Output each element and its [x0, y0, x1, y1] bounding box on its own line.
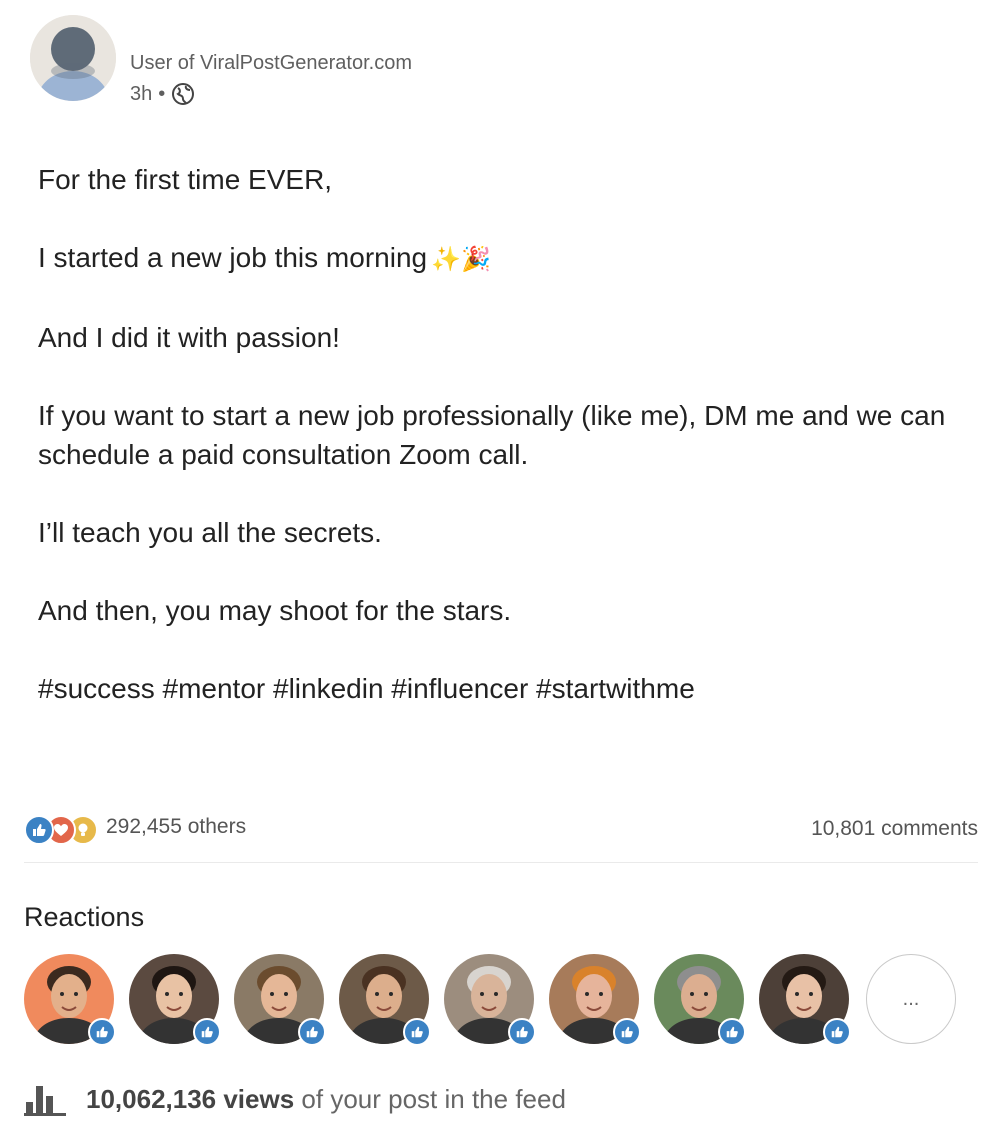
reactor-avatar[interactable]: [654, 954, 746, 1046]
views-suffix: of your post in the feed: [294, 1083, 566, 1114]
like-badge-icon: [823, 1018, 851, 1046]
reactor-avatar[interactable]: [24, 954, 116, 1046]
reactor-avatar[interactable]: [339, 954, 431, 1046]
post-paragraph: And I did it with passion!: [38, 322, 340, 353]
post-paragraph: I started a new job this morning: [38, 242, 428, 273]
reactor-avatar[interactable]: [234, 954, 326, 1046]
reactor-avatar[interactable]: [759, 954, 851, 1046]
like-badge-icon: [193, 1018, 221, 1046]
post-time: 3h: [130, 82, 153, 105]
reaction-count[interactable]: 292,455 others: [106, 815, 246, 839]
post-meta: 3h •: [130, 82, 195, 106]
meta-separator: •: [158, 82, 166, 105]
sparkles-party-emoji: ✨🎉: [431, 246, 491, 273]
post-paragraph: If you want to start a new job professio…: [38, 400, 946, 470]
reactor-avatar[interactable]: [549, 954, 641, 1046]
default-avatar-icon: [30, 15, 116, 101]
author-avatar[interactable]: [30, 15, 116, 101]
post-paragraph-with-emoji: I started a new job this morning ✨🎉: [38, 238, 968, 279]
like-badge-icon: [508, 1018, 536, 1046]
like-badge-icon: [613, 1018, 641, 1046]
post-paragraph: For the first time EVER,: [38, 164, 333, 195]
like-badge-icon: [403, 1018, 431, 1046]
author-name[interactable]: User of ViralPostGenerator.com: [130, 52, 412, 75]
like-icon: [24, 815, 54, 845]
post-body: For the first time EVER, I started a new…: [38, 160, 968, 747]
more-reactors-button[interactable]: ...: [866, 954, 956, 1044]
globe-icon: [172, 83, 195, 105]
like-badge-icon: [298, 1018, 326, 1046]
reactor-avatar[interactable]: [129, 954, 221, 1046]
hashtags[interactable]: #success #mentor #linkedin #influencer #…: [38, 669, 968, 708]
reactor-list: ...: [24, 954, 984, 1046]
reactions-heading: Reactions: [24, 902, 145, 932]
views-count: 10,062,136 views: [86, 1083, 295, 1114]
bar-chart-icon: [24, 1086, 66, 1116]
like-badge-icon: [718, 1018, 746, 1046]
views-summary: 10,062,136 views of your post in the fee…: [86, 1084, 566, 1115]
post-analytics[interactable]: 10,062,136 views of your post in the fee…: [24, 1082, 566, 1116]
reactor-avatar[interactable]: [444, 954, 536, 1046]
like-badge-icon: [88, 1018, 116, 1046]
divider: [24, 862, 978, 863]
post-paragraph: I’ll teach you all the secrets.: [38, 517, 382, 548]
post-card: User of ViralPostGenerator.com 3h • For …: [0, 0, 1000, 1140]
comment-count[interactable]: 10,801 comments: [811, 817, 978, 841]
reaction-summary-icons[interactable]: [24, 815, 100, 845]
post-paragraph: And then, you may shoot for the stars.: [38, 595, 512, 626]
